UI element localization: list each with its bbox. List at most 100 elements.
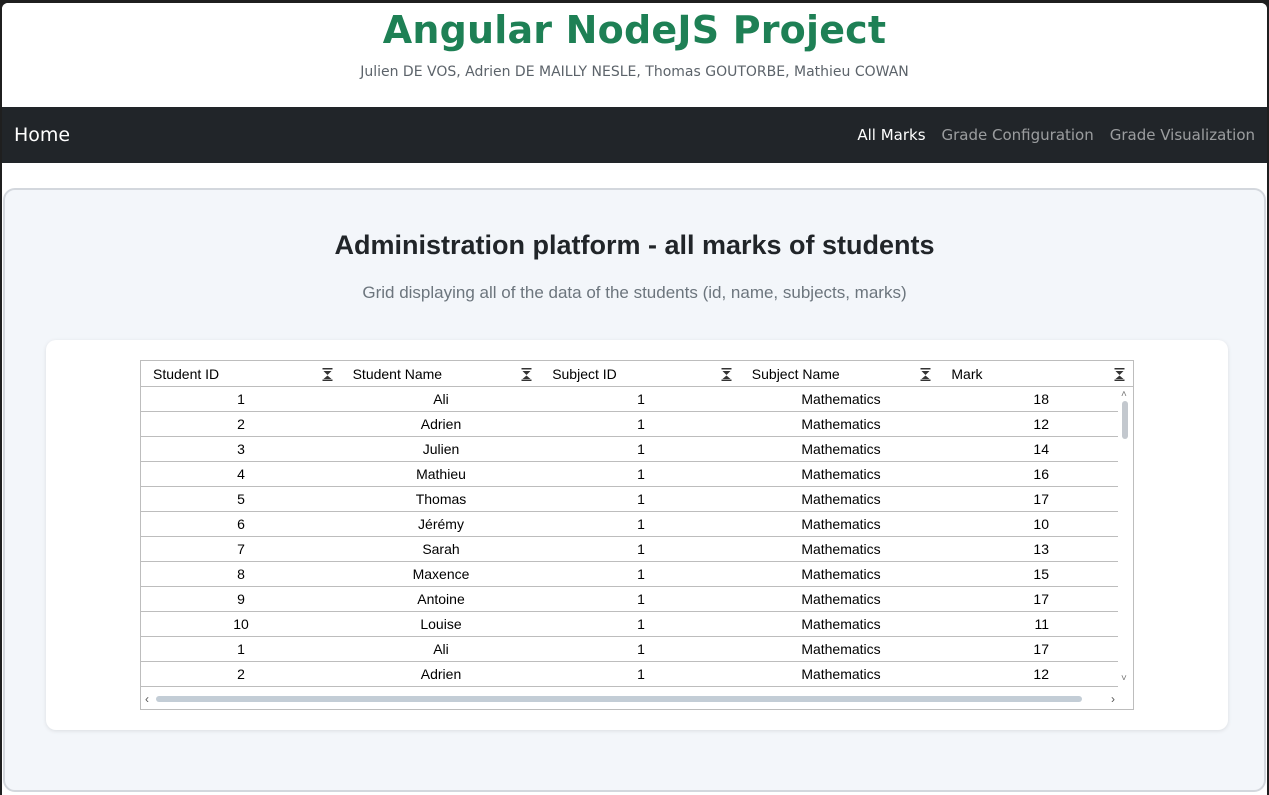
scroll-up-icon[interactable]: ˄ — [1121, 390, 1127, 400]
table-cell: 1 — [637, 516, 645, 532]
table-cell: 15 — [1033, 566, 1049, 582]
column-header[interactable]: Subject ID — [540, 361, 740, 386]
vertical-scroll-thumb[interactable] — [1122, 401, 1128, 439]
table-cell: 4 — [237, 466, 245, 482]
column-header-label: Subject ID — [552, 365, 617, 382]
table-cell: 1 — [637, 391, 645, 407]
column-header-label: Student ID — [153, 365, 220, 382]
table-cell: Maxence — [412, 566, 470, 582]
marks-grid: Student ID Student Name Subject ID Subject … — [140, 360, 1134, 710]
table-cell: Mathematics — [801, 441, 881, 457]
nav-grade-visualization[interactable]: Grade Visualization — [1110, 126, 1255, 144]
table-cell: Mathieu — [416, 466, 466, 482]
column-header[interactable]: Mark — [939, 361, 1133, 386]
column-header[interactable]: Student ID — [141, 361, 341, 386]
table-cell: Mathematics — [801, 666, 881, 682]
table-cell: Julien — [422, 441, 460, 457]
column-header-label: Mark — [951, 365, 983, 382]
column-header[interactable]: Student Name — [341, 361, 541, 386]
column-header[interactable]: Subject Name — [740, 361, 940, 386]
table-cell: Mathematics — [801, 391, 881, 407]
table-cell: 1 — [637, 616, 645, 632]
table-cell: 1 — [637, 641, 645, 657]
table-cell: Adrien — [420, 416, 462, 432]
table-row[interactable]: 9 Antoine 1 Mathematics 17 — [141, 587, 1118, 612]
table-cell: 11 — [1034, 616, 1049, 632]
table-cell: 12 — [1033, 666, 1049, 682]
navbar: Home All Marks Grade Configuration Grade… — [2, 107, 1267, 163]
table-cell: Mathematics — [801, 641, 881, 657]
table-cell: 1 — [637, 566, 645, 582]
table-row[interactable]: 3 Julien 1 Mathematics 14 — [141, 437, 1118, 462]
home-link[interactable]: Home — [14, 124, 70, 146]
table-cell: 1 — [637, 416, 645, 432]
table-cell: 10 — [1033, 516, 1049, 532]
table-cell: 1 — [637, 491, 645, 507]
table-cell: 17 — [1033, 591, 1049, 607]
table-row[interactable]: 6 Jérémy 1 Mathematics 10 — [141, 512, 1118, 537]
table-row[interactable]: 10 Louise 1 Mathematics 11 — [141, 612, 1118, 637]
table-cell: Mathematics — [801, 566, 881, 582]
sort-filter-icon[interactable] — [322, 367, 333, 381]
table-cell: Louise — [420, 616, 462, 632]
table-row[interactable]: 1 Ali 1 Mathematics 17 — [141, 637, 1118, 662]
horizontal-scroll-thumb[interactable] — [156, 696, 1082, 702]
scroll-left-icon[interactable]: ‹ — [145, 692, 149, 706]
main-panel: Administration platform - all marks of s… — [3, 188, 1266, 792]
table-cell: 18 — [1033, 391, 1049, 407]
table-cell: 3 — [237, 441, 245, 457]
table-cell: Ali — [433, 391, 449, 407]
table-cell: 1 — [637, 466, 645, 482]
horizontal-scrollbar[interactable]: ‹ › — [141, 687, 1133, 709]
table-row[interactable]: 8 Maxence 1 Mathematics 15 — [141, 562, 1118, 587]
scroll-down-icon[interactable]: ˅ — [1121, 674, 1127, 684]
table-cell: 1 — [237, 641, 245, 657]
table-row[interactable]: 7 Sarah 1 Mathematics 13 — [141, 537, 1118, 562]
table-row[interactable]: 2 Adrien 1 Mathematics 12 — [141, 412, 1118, 437]
table-cell: 1 — [637, 441, 645, 457]
table-cell: Mathematics — [801, 591, 881, 607]
app-title: Angular NodeJS Project — [382, 8, 887, 52]
nav-links: All Marks Grade Configuration Grade Visu… — [857, 126, 1255, 144]
table-cell: 2 — [237, 416, 245, 432]
grid-card: Student ID Student Name Subject ID Subject … — [46, 340, 1228, 730]
grid-body[interactable]: 1 Ali 1 Mathematics 18 2 Adrien 1 Mathematics 12 3… — [141, 387, 1133, 687]
table-row[interactable]: 1 Ali 1 Mathematics 18 — [141, 387, 1118, 412]
scroll-right-icon[interactable]: › — [1111, 692, 1115, 706]
table-cell: 12 — [1033, 416, 1049, 432]
sort-filter-icon[interactable] — [521, 367, 532, 381]
table-row[interactable]: 5 Thomas 1 Mathematics 17 — [141, 487, 1118, 512]
column-header-label: Student Name — [352, 365, 443, 382]
header: Angular NodeJS Project Julien DE VOS, Ad… — [2, 3, 1267, 107]
column-header-label: Subject Name — [751, 365, 840, 382]
vertical-scrollbar[interactable]: ˄ ˅ — [1118, 387, 1133, 687]
sort-filter-icon[interactable] — [920, 367, 931, 381]
table-cell: 6 — [237, 516, 245, 532]
table-cell: Jérémy — [418, 516, 464, 532]
table-row[interactable]: 4 Mathieu 1 Mathematics 16 — [141, 462, 1118, 487]
authors-line: Julien DE VOS, Adrien DE MAILLY NESLE, T… — [360, 64, 909, 80]
grid-header: Student ID Student Name Subject ID Subject … — [141, 361, 1133, 387]
table-row[interactable]: 2 Adrien 1 Mathematics 12 — [141, 662, 1118, 687]
sort-filter-icon[interactable] — [721, 367, 732, 381]
table-cell: 8 — [237, 566, 245, 582]
page-subtitle: Grid displaying all of the data of the s… — [362, 283, 907, 302]
page-heading: Administration platform - all marks of s… — [334, 230, 935, 260]
table-cell: 1 — [637, 591, 645, 607]
table-cell: 2 — [237, 666, 245, 682]
sort-filter-icon[interactable] — [1114, 367, 1125, 381]
table-cell: 17 — [1033, 641, 1049, 657]
table-cell: Mathematics — [801, 416, 881, 432]
nav-grade-configuration[interactable]: Grade Configuration — [942, 126, 1094, 144]
table-cell: Mathematics — [801, 491, 881, 507]
table-cell: 1 — [237, 391, 245, 407]
table-cell: Thomas — [415, 491, 467, 507]
page: Angular NodeJS Project Julien DE VOS, Ad… — [2, 3, 1267, 795]
table-cell: 1 — [637, 666, 645, 682]
table-cell: 7 — [237, 541, 245, 557]
table-cell: 5 — [237, 491, 245, 507]
table-cell: Ali — [433, 641, 449, 657]
nav-all-marks[interactable]: All Marks — [857, 126, 925, 144]
table-cell: Mathematics — [801, 541, 881, 557]
table-cell: 1 — [637, 541, 645, 557]
